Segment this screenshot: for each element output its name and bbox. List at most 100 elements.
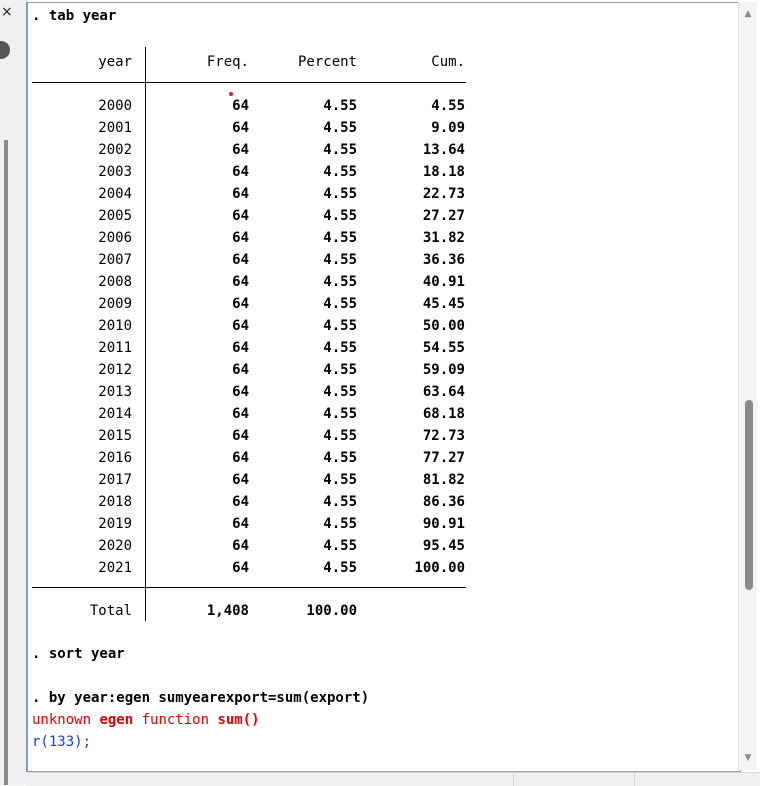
table-row-year: 2018 bbox=[98, 494, 132, 510]
table-total-rule bbox=[32, 587, 466, 588]
table-row-year: 2012 bbox=[98, 362, 132, 378]
table-row-year: 2015 bbox=[98, 428, 132, 444]
table-row-cum: 36.36 bbox=[422, 252, 465, 268]
table-row-cum: 86.36 bbox=[422, 494, 465, 510]
scroll-up-arrow-icon[interactable]: ▲ bbox=[739, 6, 757, 22]
table-row-percent: 4.55 bbox=[323, 274, 357, 290]
scroll-down-arrow-icon[interactable]: ▼ bbox=[739, 750, 757, 766]
status-strip bbox=[26, 772, 760, 786]
table-row-year: 2004 bbox=[98, 186, 132, 202]
table-row-freq: 64 bbox=[232, 472, 249, 488]
table-row-year: 2013 bbox=[98, 384, 132, 400]
table-row-year: 2000 bbox=[98, 98, 132, 114]
table-row-year: 2005 bbox=[98, 208, 132, 224]
table-header-rule bbox=[32, 82, 466, 83]
command-line-sort: . sort year bbox=[32, 646, 125, 662]
table-row-percent: 4.55 bbox=[323, 186, 357, 202]
table-header-percent: Percent bbox=[297, 54, 357, 70]
table-row-year: 2002 bbox=[98, 142, 132, 158]
table-row-percent: 4.55 bbox=[323, 296, 357, 312]
error-text-4: sum() bbox=[217, 712, 260, 728]
table-row-year: 2019 bbox=[98, 516, 132, 532]
tabulation-table: year Freq. Percent Cum. 2000 64 4.55 4.55 2001 64… bbox=[32, 47, 472, 627]
table-row-cum: 13.64 bbox=[422, 142, 465, 158]
table-row-percent: 4.55 bbox=[323, 98, 357, 114]
command-line-tab: . tab year bbox=[32, 8, 117, 24]
table-row-freq: 64 bbox=[232, 406, 249, 422]
table-row-cum: 63.64 bbox=[422, 384, 465, 400]
table-row-freq: 64 bbox=[232, 318, 249, 334]
table-row-freq: 64 bbox=[232, 362, 249, 378]
error-text-2: egen bbox=[99, 712, 134, 728]
table-row-freq: 64 bbox=[232, 450, 249, 466]
table-row-year: 2001 bbox=[98, 120, 132, 136]
table-row-percent: 4.55 bbox=[323, 340, 357, 356]
table-vertical-rule bbox=[145, 47, 146, 621]
table-row-cum: 27.27 bbox=[422, 208, 465, 224]
table-row-freq: 64 bbox=[232, 538, 249, 554]
table-row-year: 2017 bbox=[98, 472, 132, 488]
error-text-3: function bbox=[133, 712, 218, 728]
table-row-cum: 81.82 bbox=[422, 472, 465, 488]
table-total-percent: 100.00 bbox=[306, 603, 357, 619]
left-gutter: × bbox=[0, 0, 27, 785]
table-row-percent: 4.55 bbox=[323, 538, 357, 554]
command-line-egen: . by year:egen sumyearexport=sum(export) bbox=[32, 690, 370, 706]
table-row-percent: 4.55 bbox=[323, 230, 357, 246]
table-row-cum: 22.73 bbox=[422, 186, 465, 202]
table-row-cum: 77.27 bbox=[422, 450, 465, 466]
table-row-cum: 90.91 bbox=[422, 516, 465, 532]
table-row-percent: 4.55 bbox=[323, 406, 357, 422]
table-row-cum: 9.09 bbox=[431, 120, 465, 136]
table-row-cum: 68.18 bbox=[422, 406, 465, 422]
table-total-cum bbox=[370, 600, 465, 622]
table-row-percent: 4.55 bbox=[323, 560, 357, 576]
table-row-percent: 4.55 bbox=[323, 208, 357, 224]
table-row-freq: 64 bbox=[232, 142, 249, 158]
vertical-scrollbar[interactable]: ▲ ▼ bbox=[738, 2, 757, 770]
results-pane: . tab year year Freq. Percent Cum. 2000 64 4.5… bbox=[26, 2, 741, 772]
table-row-cum: 50.00 bbox=[422, 318, 465, 334]
table-row-cum: 54.55 bbox=[422, 340, 465, 356]
table-row-percent: 4.55 bbox=[323, 428, 357, 444]
table-row-percent: 4.55 bbox=[323, 252, 357, 268]
table-row-year: 2020 bbox=[98, 538, 132, 554]
table-row-percent: 4.55 bbox=[323, 120, 357, 136]
table-row-year: 2011 bbox=[98, 340, 132, 356]
table-total-year: Total bbox=[89, 603, 132, 619]
table-row-percent: 4.55 bbox=[323, 472, 357, 488]
table-row-freq: 64 bbox=[232, 186, 249, 202]
table-row-year: 2016 bbox=[98, 450, 132, 466]
close-icon[interactable]: × bbox=[1, 4, 15, 20]
table-row-year: 2007 bbox=[98, 252, 132, 268]
table-row-percent: 4.55 bbox=[323, 318, 357, 334]
table-row-freq: 64 bbox=[232, 384, 249, 400]
table-row-year: 2008 bbox=[98, 274, 132, 290]
table-row-freq: 64 bbox=[232, 560, 249, 576]
table-row-freq: 64 bbox=[232, 296, 249, 312]
table-row-freq: 64 bbox=[232, 208, 249, 224]
table-row-freq: 64 bbox=[232, 252, 249, 268]
scrollbar-thumb[interactable] bbox=[745, 400, 753, 590]
error-text-1: unknown bbox=[32, 712, 100, 728]
table-row-percent: 4.55 bbox=[323, 516, 357, 532]
table-row-cum: 100.00 bbox=[414, 560, 465, 576]
table-row-cum: 72.73 bbox=[422, 428, 465, 444]
table-row-year: 2014 bbox=[98, 406, 132, 422]
table-row-year: 2021 bbox=[98, 560, 132, 576]
table-row-cum: 18.18 bbox=[422, 164, 465, 180]
table-row-year: 2010 bbox=[98, 318, 132, 334]
gutter-splitter[interactable] bbox=[4, 140, 8, 785]
status-separator bbox=[513, 773, 514, 786]
table-row-percent: 4.55 bbox=[323, 450, 357, 466]
table-row-percent: 4.55 bbox=[323, 494, 357, 510]
error-message: unknown egen function sum() bbox=[32, 709, 260, 731]
table-row-cum: 31.82 bbox=[422, 230, 465, 246]
table-row-freq: 64 bbox=[232, 274, 249, 290]
table-row-cum: 40.91 bbox=[422, 274, 465, 290]
table-row-freq: 64 bbox=[232, 230, 249, 246]
pin-icon[interactable] bbox=[0, 41, 10, 59]
table-row-percent: 4.55 bbox=[323, 142, 357, 158]
table-row-year: 2009 bbox=[98, 296, 132, 312]
table-row-freq: 64 bbox=[232, 516, 249, 532]
